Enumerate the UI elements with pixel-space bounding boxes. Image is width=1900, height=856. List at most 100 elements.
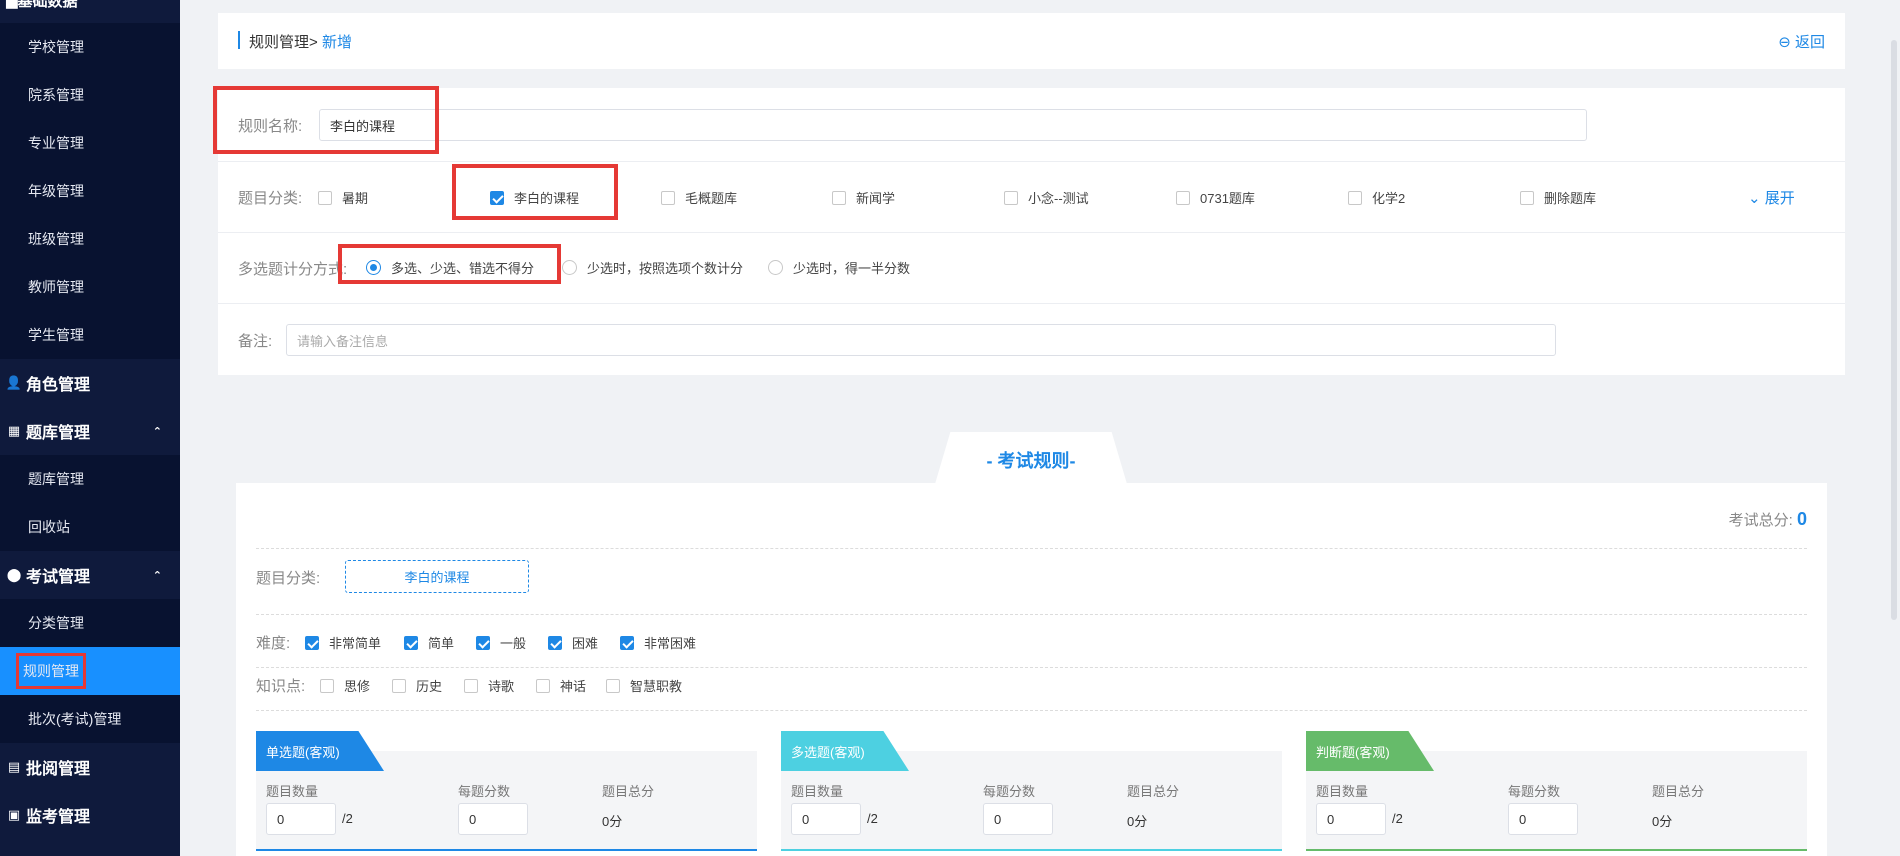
sidebar-item-grade[interactable]: 年级管理: [0, 167, 180, 215]
remark-input[interactable]: 请输入备注信息: [286, 324, 1556, 356]
sidebar-item-category[interactable]: 分类管理: [0, 599, 180, 647]
divider: [218, 161, 1845, 162]
panel-bottom-line: [1306, 849, 1807, 851]
form-card: 规则名称: 李白的课程 题目分类: 暑期 李白的课程 毛概题库 新闻学 小念--…: [218, 88, 1845, 375]
rules-category-tag[interactable]: 李白的课程: [345, 560, 529, 593]
count-max: /2: [1392, 811, 1403, 826]
difficulty-normal[interactable]: 一般: [476, 633, 526, 652]
total-value: 0分: [1127, 814, 1148, 829]
scoring-label: 多选题计分方式:: [238, 261, 348, 278]
sidebar-item-rules[interactable]: 规则管理: [0, 647, 180, 695]
count-input[interactable]: 0: [1316, 803, 1386, 835]
score-input[interactable]: 0: [1508, 803, 1578, 835]
sidebar-group-basic-data[interactable]: ▆ 基础数据 ⌃: [0, 0, 180, 12]
knowledge-myth[interactable]: 神话: [536, 676, 586, 695]
divider: [256, 667, 1807, 668]
score-input[interactable]: 0: [458, 803, 528, 835]
rule-name-input[interactable]: 李白的课程: [319, 109, 1587, 141]
question-panel-multiple: 多选题(客观) 题目数量 每题分数 题目总分 0 /2 0 0分: [781, 731, 1282, 851]
sidebar-item-class[interactable]: 班级管理: [0, 215, 180, 263]
category-option-maogai[interactable]: 毛概题库: [661, 188, 737, 207]
expand-button[interactable]: ⌄ 展开: [1748, 187, 1795, 208]
count-input[interactable]: 0: [791, 803, 861, 835]
rules-card: 考试总分: 0 题目分类: 李白的课程 难度: 非常简单 简单 一般 困难 非常…: [236, 483, 1827, 856]
knowledge-history[interactable]: 历史: [392, 676, 442, 695]
checkbox-checked[interactable]: [404, 635, 418, 650]
rules-category-label: 题目分类:: [256, 570, 321, 587]
checkbox-checked[interactable]: [548, 635, 562, 650]
checkbox[interactable]: [392, 678, 406, 693]
checkbox[interactable]: [832, 190, 846, 205]
sidebar-group-bank[interactable]: ▦ 题库管理 ⌃: [0, 407, 180, 455]
sidebar-item-major[interactable]: 专业管理: [0, 119, 180, 167]
sidebar-item-recycle[interactable]: 回收站: [0, 503, 180, 551]
difficulty-hard[interactable]: 困难: [548, 633, 598, 652]
exam-total-value: 0: [1796, 509, 1807, 529]
score-input[interactable]: 0: [983, 803, 1053, 835]
sidebar-group-role[interactable]: 👤 角色管理: [0, 359, 180, 407]
sidebar-item-student[interactable]: 学生管理: [0, 311, 180, 359]
category-option-deleted[interactable]: 删除题库: [1520, 188, 1596, 207]
category-option-news[interactable]: 新闻学: [832, 188, 895, 207]
checkbox-checked[interactable]: [620, 635, 634, 650]
scoring-option-by-count[interactable]: 少选时，按照选项个数计分: [562, 258, 743, 277]
panel-title: 单选题(客观): [256, 731, 384, 771]
sidebar-item-department[interactable]: 院系管理: [0, 71, 180, 119]
checkbox[interactable]: [606, 678, 620, 693]
scrollbar-track[interactable]: [1888, 0, 1900, 856]
category-option-0731[interactable]: 0731题库: [1176, 188, 1255, 207]
knowledge-sixiu[interactable]: 思修: [320, 676, 370, 695]
checkbox-checked[interactable]: [305, 635, 319, 650]
checkbox[interactable]: [1004, 190, 1018, 205]
exam-total: 考试总分: 0: [1728, 509, 1807, 529]
checkbox-checked[interactable]: [476, 635, 490, 650]
count-label: 题目数量: [791, 784, 844, 799]
total-label: 题目总分: [1127, 784, 1180, 799]
score-label: 每题分数: [983, 784, 1036, 799]
sidebar-item-bank[interactable]: 题库管理: [0, 455, 180, 503]
knowledge-poetry[interactable]: 诗歌: [464, 676, 514, 695]
scoring-option-half[interactable]: 少选时，得一半分数: [768, 258, 910, 277]
knowledge-zhijiao[interactable]: 智慧职教: [606, 676, 682, 695]
count-max: /2: [867, 811, 878, 826]
category-option-xiaonian[interactable]: 小念--测试: [1004, 188, 1089, 207]
divider: [218, 232, 1845, 233]
checkbox[interactable]: [536, 678, 550, 693]
divider: [256, 710, 1807, 711]
sidebar-item-teacher[interactable]: 教师管理: [0, 263, 180, 311]
category-option-summer[interactable]: 暑期: [318, 188, 368, 207]
difficulty-very-hard[interactable]: 非常困难: [620, 633, 696, 652]
checkbox[interactable]: [661, 190, 675, 205]
divider: [256, 548, 1807, 549]
count-input[interactable]: 0: [266, 803, 336, 835]
sidebar-item-batch[interactable]: 批次(考试)管理: [0, 695, 180, 743]
highlight-box: [452, 164, 618, 220]
total-label: 题目总分: [602, 784, 655, 799]
checkbox[interactable]: [1520, 190, 1534, 205]
checkbox[interactable]: [464, 678, 478, 693]
chevron-up-icon: ⌃: [152, 569, 162, 582]
checkbox[interactable]: [1176, 190, 1190, 205]
sidebar-group-review[interactable]: ▤ 批阅管理: [0, 743, 180, 791]
double-chevron-down-icon: ⌄: [1748, 190, 1761, 207]
score-label: 每题分数: [458, 784, 511, 799]
difficulty-very-easy[interactable]: 非常简单: [305, 633, 381, 652]
checkbox[interactable]: [1348, 190, 1362, 205]
category-option-chem2[interactable]: 化学2: [1348, 188, 1405, 207]
breadcrumb-root[interactable]: 规则管理>: [249, 34, 318, 51]
category-label: 题目分类:: [238, 190, 303, 207]
sidebar-group-proctor[interactable]: ▣ 监考管理: [0, 791, 180, 839]
checkbox[interactable]: [320, 678, 334, 693]
sidebar-group-exam[interactable]: ⬤ 考试管理 ⌃: [0, 551, 180, 599]
sidebar-item-school[interactable]: 学校管理: [0, 23, 180, 71]
scrollbar-thumb[interactable]: [1891, 40, 1897, 620]
exam-rules-title: - 考试规则-: [986, 451, 1076, 471]
radio[interactable]: [562, 260, 577, 275]
difficulty-easy[interactable]: 简单: [404, 633, 454, 652]
user-icon: 👤: [5, 375, 23, 390]
checkbox[interactable]: [318, 190, 332, 205]
title-bar-accent: [238, 31, 240, 49]
back-button[interactable]: ⊖ 返回: [1778, 31, 1825, 52]
panel-bottom-line: [256, 849, 757, 851]
radio[interactable]: [768, 260, 783, 275]
